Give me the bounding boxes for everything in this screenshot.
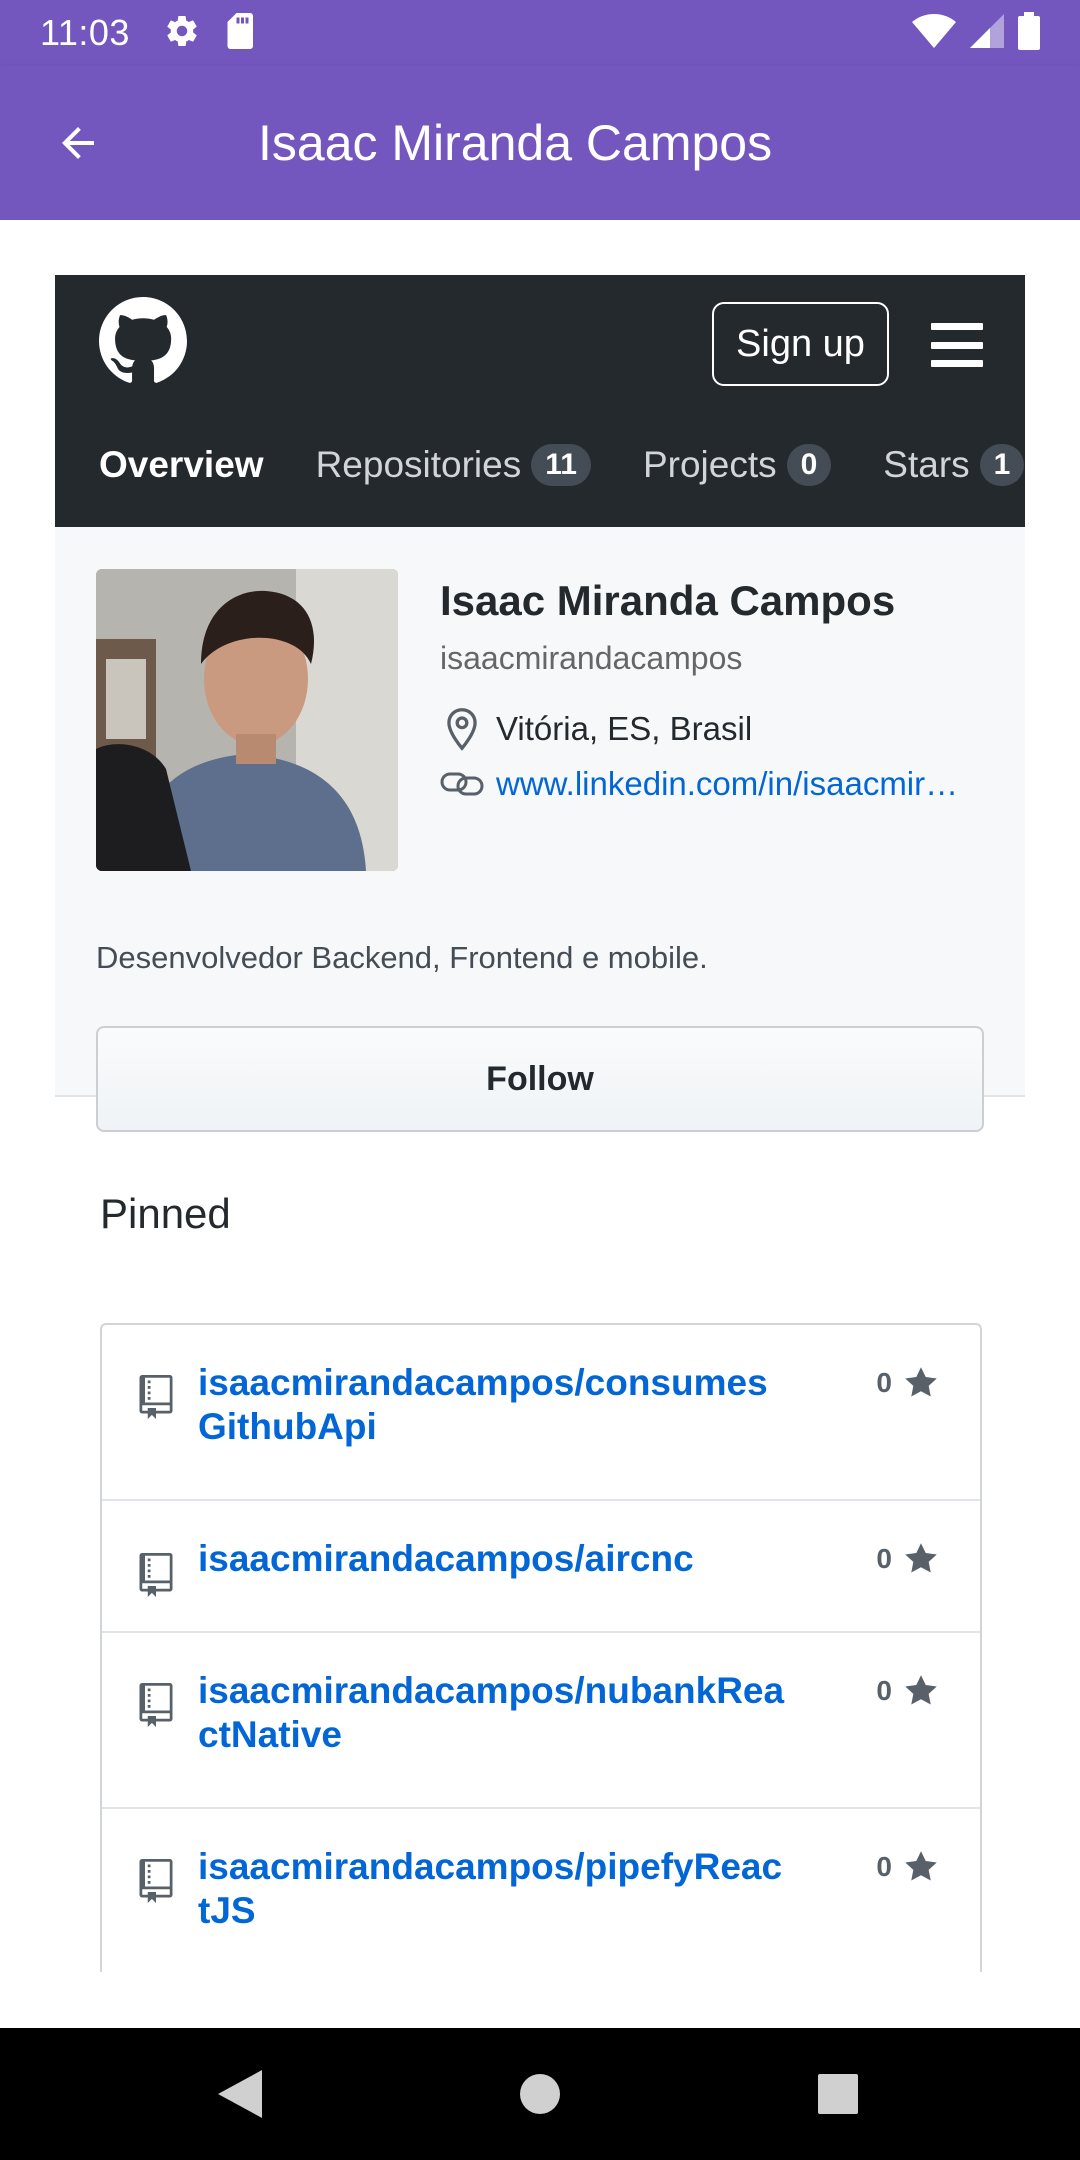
- repo-icon: [139, 1553, 173, 1597]
- github-logo-icon[interactable]: [99, 297, 187, 385]
- website-link[interactable]: www.linkedin.com/in/isaacmir…: [496, 765, 958, 803]
- repo-name-line: isaacmirandacampos/pipefyReac: [198, 1846, 783, 1887]
- webview: Sign up Overview Repositories 11 Project…: [0, 220, 1080, 1972]
- status-time: 11:03: [40, 12, 130, 53]
- sign-up-button[interactable]: Sign up: [712, 302, 889, 386]
- tab-label: Projects: [642, 444, 777, 485]
- sd-card-icon: [226, 12, 256, 54]
- nav-recents-button[interactable]: [818, 2074, 858, 2114]
- repo-stars[interactable]: 0: [876, 1365, 940, 1401]
- app-bar: Isaac Miranda Campos: [0, 66, 1080, 220]
- tab-label: Overview: [99, 444, 264, 485]
- repo-link[interactable]: isaacmirandacampos/consumes GithubApi: [198, 1361, 798, 1449]
- star-count: 0: [876, 1543, 892, 1574]
- tab-overview[interactable]: Overview: [99, 444, 264, 486]
- repo-icon: [139, 1683, 173, 1727]
- star-icon: [905, 1367, 937, 1397]
- triangle-back-icon: [218, 2070, 262, 2118]
- cellular-signal-icon: [970, 13, 1004, 53]
- repo-stars[interactable]: 0: [876, 1673, 940, 1709]
- repo-name-line: isaacmirandacampos/nubankRea: [198, 1670, 785, 1711]
- github-header: Sign up Overview Repositories 11 Project…: [55, 275, 1025, 527]
- pinned-item: isaacmirandacampos/aircnc 0: [102, 1501, 980, 1633]
- app-title: Isaac Miranda Campos: [258, 115, 773, 171]
- repo-name-line: isaacmirandacampos/consumes: [198, 1362, 768, 1403]
- repo-link[interactable]: isaacmirandacampos/nubankRea ctNative: [198, 1669, 798, 1757]
- tab-counter: 0: [786, 444, 832, 486]
- tab-label: Repositories: [315, 444, 522, 485]
- profile-location: Vitória, ES, Brasil: [440, 707, 752, 751]
- star-count: 0: [876, 1675, 892, 1706]
- repo-stars[interactable]: 0: [876, 1849, 940, 1885]
- battery-icon: [1018, 11, 1040, 55]
- tab-stars[interactable]: Stars 1: [883, 444, 1025, 486]
- profile-name: Isaac Miranda Campos: [440, 577, 896, 624]
- profile-section: Isaac Miranda Campos isaacmirandacampos …: [55, 527, 1025, 1132]
- pinned-list: isaacmirandacampos/consumes GithubApi 0 …: [100, 1323, 982, 1972]
- repo-stars[interactable]: 0: [876, 1541, 940, 1577]
- repo-name-line: isaacmirandacampos/aircnc: [198, 1538, 694, 1579]
- profile-bio: Desenvolvedor Backend, Frontend e mobile…: [96, 940, 708, 975]
- repo-link[interactable]: isaacmirandacampos/pipefyReac tJS: [198, 1845, 798, 1933]
- tab-counter: 11: [531, 444, 591, 486]
- settings-icon: [164, 13, 200, 54]
- pinned-title: Pinned: [100, 1190, 231, 1237]
- avatar: [96, 569, 398, 871]
- profile-website[interactable]: www.linkedin.com/in/isaacmir…: [440, 765, 958, 803]
- navigation-bar: [0, 2028, 1080, 2160]
- status-bar: 11:03: [0, 0, 1080, 66]
- profile-username: isaacmirandacampos: [440, 640, 743, 676]
- pinned-item: isaacmirandacampos/pipefyReac tJS 0: [102, 1809, 980, 1972]
- star-icon: [905, 1543, 937, 1573]
- repo-link[interactable]: isaacmirandacampos/aircnc: [198, 1537, 798, 1581]
- wifi-icon: [912, 13, 956, 53]
- star-icon: [905, 1851, 937, 1881]
- pinned-item: isaacmirandacampos/nubankRea ctNative 0: [102, 1633, 980, 1809]
- nav-back-button[interactable]: [218, 2070, 262, 2118]
- arrow-back-icon: [62, 127, 94, 159]
- link-icon: [440, 769, 484, 799]
- tab-label: Stars: [883, 444, 970, 485]
- repo-icon: [139, 1859, 173, 1903]
- repo-name-line: ctNative: [198, 1714, 342, 1755]
- square-recents-icon: [818, 2074, 858, 2114]
- repo-name-line: GithubApi: [198, 1406, 377, 1447]
- repo-icon: [139, 1375, 173, 1419]
- pinned-item: isaacmirandacampos/consumes GithubApi 0: [102, 1325, 980, 1501]
- back-button[interactable]: [50, 115, 106, 171]
- tab-repositories[interactable]: Repositories 11: [316, 444, 591, 486]
- star-count: 0: [876, 1851, 892, 1882]
- profile-tabs: Overview Repositories 11 Projects 0 Star…: [99, 420, 1025, 510]
- circle-home-icon: [520, 2074, 560, 2114]
- location-pin-icon: [440, 707, 484, 751]
- follow-button[interactable]: Follow: [96, 1026, 984, 1132]
- repo-name-line: tJS: [198, 1890, 256, 1931]
- hamburger-menu-icon[interactable]: [931, 323, 983, 367]
- nav-home-button[interactable]: [520, 2074, 560, 2114]
- star-count: 0: [876, 1367, 892, 1398]
- tab-counter: 1: [979, 444, 1025, 486]
- star-icon: [905, 1675, 937, 1705]
- location-text: Vitória, ES, Brasil: [496, 710, 753, 747]
- tab-projects[interactable]: Projects 0: [642, 444, 832, 486]
